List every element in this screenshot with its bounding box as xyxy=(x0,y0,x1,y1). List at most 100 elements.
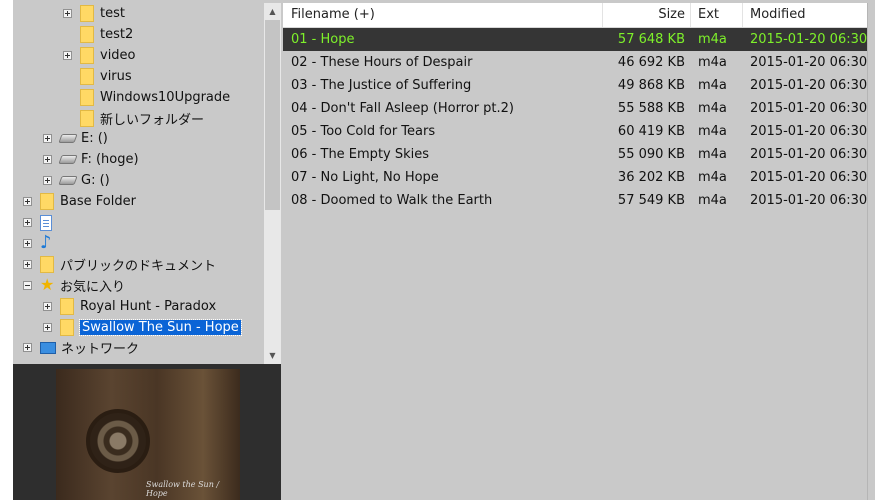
tree-item-label: E: () xyxy=(81,131,108,147)
scroll-up-button[interactable]: ▲ xyxy=(264,3,281,20)
tree-item-label: 新しいフォルダー xyxy=(100,112,205,128)
tree-item-label: virus xyxy=(100,68,132,84)
music-note-icon: ♪ xyxy=(40,232,52,254)
filename-cell: 05 - Too Cold for Tears xyxy=(291,124,436,139)
size-cell: 46 692 KB xyxy=(617,55,685,70)
modified-cell: 2015-01-20 06:30 xyxy=(750,170,868,185)
size-cell: 36 202 KB xyxy=(617,170,685,185)
scroll-down-button[interactable]: ▼ xyxy=(264,347,281,364)
folder-icon xyxy=(60,318,74,336)
tree-item[interactable]: ★ お気に入り xyxy=(23,275,125,296)
modified-cell: 2015-01-20 06:30 xyxy=(750,32,868,47)
tree-item-label: video xyxy=(100,47,136,63)
tree-item[interactable]: ♪ xyxy=(23,233,60,254)
file-list[interactable]: Filename (+) Size Ext Modified 01 - Hope… xyxy=(283,3,867,500)
tree-item[interactable]: video xyxy=(63,45,136,66)
table-row[interactable]: 05 - Too Cold for Tears 60 419 KB m4a 2015-… xyxy=(283,120,867,143)
size-cell: 49 868 KB xyxy=(617,78,685,93)
table-row[interactable]: 03 - The Justice of Suffering 49 868 KB m4… xyxy=(283,74,867,97)
modified-cell: 2015-01-20 06:30 xyxy=(750,147,868,162)
size-cell: 57 648 KB xyxy=(617,32,685,47)
star-icon: ★ xyxy=(40,275,55,295)
tree-item[interactable]: Swallow The Sun - Hope xyxy=(43,317,242,338)
filename-cell: 01 - Hope xyxy=(291,32,355,47)
folder-icon xyxy=(80,88,94,106)
expand-plus-icon[interactable] xyxy=(23,197,32,207)
table-row[interactable]: 02 - These Hours of Despair 46 692 KB m4a 2… xyxy=(283,51,867,74)
ext-cell: m4a xyxy=(698,78,727,93)
folder-tree[interactable]: test test2 video virus Windows10Upgrade 新しいフォ… xyxy=(13,3,264,364)
column-header-modified[interactable]: Modified xyxy=(743,3,867,27)
ext-cell: m4a xyxy=(698,147,727,162)
tree-item-label: Swallow The Sun - Hope xyxy=(79,318,242,336)
expand-plus-icon[interactable] xyxy=(23,343,32,353)
tree-item[interactable]: ネットワーク xyxy=(23,337,139,358)
network-icon xyxy=(40,341,56,354)
expand-plus-icon[interactable] xyxy=(43,301,52,311)
tree-item-label: Windows10Upgrade xyxy=(100,89,231,105)
tree-item[interactable]: virus xyxy=(63,66,132,87)
filename-cell: 02 - These Hours of Despair xyxy=(291,55,473,70)
document-icon xyxy=(40,214,52,231)
ext-cell: m4a xyxy=(698,193,727,208)
expand-plus-icon[interactable] xyxy=(63,9,72,18)
ext-cell: m4a xyxy=(698,124,727,139)
tree-item-label: test xyxy=(100,6,125,21)
folder-icon xyxy=(40,193,54,211)
modified-cell: 2015-01-20 06:30 xyxy=(750,101,868,116)
list-header: Filename (+) Size Ext Modified xyxy=(283,3,867,28)
modified-cell: 2015-01-20 06:30 xyxy=(750,78,868,93)
table-row[interactable]: 01 - Hope 57 648 KB m4a 2015-01-20 06:30 xyxy=(283,28,867,51)
table-row[interactable]: 08 - Doomed to Walk the Earth 57 549 KB m4… xyxy=(283,189,867,212)
folder-icon xyxy=(80,5,94,22)
tree-item[interactable]: G: () xyxy=(43,170,110,191)
table-row[interactable]: 04 - Don't Fall Asleep (Horror pt.2) 55 5… xyxy=(283,97,867,120)
tree-item[interactable]: Royal Hunt - Paradox xyxy=(43,296,216,317)
scroll-thumb[interactable] xyxy=(265,20,280,210)
table-row[interactable]: 06 - The Empty Skies 55 090 KB m4a 2015-01-… xyxy=(283,143,867,166)
expand-plus-icon[interactable] xyxy=(43,134,52,144)
folder-icon xyxy=(80,109,94,127)
drive-icon xyxy=(58,155,78,165)
column-header-filename[interactable]: Filename (+) xyxy=(283,3,603,27)
tree-item-label: test2 xyxy=(100,26,134,42)
ext-cell: m4a xyxy=(698,32,727,47)
size-cell: 60 419 KB xyxy=(617,124,685,139)
tree-item[interactable]: test2 xyxy=(63,24,133,45)
filename-cell: 04 - Don't Fall Asleep (Horror pt.2) xyxy=(291,101,514,116)
folder-icon xyxy=(80,46,94,64)
ext-cell: m4a xyxy=(698,170,727,185)
expand-plus-icon[interactable] xyxy=(43,155,52,165)
tree-item-label: Base Folder xyxy=(60,194,136,210)
column-header-ext[interactable]: Ext xyxy=(691,3,743,27)
expand-plus-icon[interactable] xyxy=(63,50,72,60)
tree-item[interactable]: Windows10Upgrade xyxy=(63,87,230,108)
tree-scrollbar[interactable]: ▲ ▼ xyxy=(264,3,281,364)
tree-item[interactable]: F: (hoge) xyxy=(43,149,139,170)
tree-item[interactable]: パブリックのドキュメント xyxy=(23,254,216,275)
table-row[interactable]: 07 - No Light, No Hope 36 202 KB m4a 2015-0… xyxy=(283,166,867,189)
tree-item[interactable] xyxy=(23,212,58,233)
tree-item[interactable]: Base Folder xyxy=(23,191,136,212)
album-art-panel: Swallow the Sun / Hope xyxy=(13,364,281,500)
drive-icon xyxy=(58,134,78,144)
expand-plus-icon[interactable] xyxy=(43,322,52,332)
tree-item[interactable]: 新しいフォルダー xyxy=(63,108,204,129)
expand-plus-icon[interactable] xyxy=(23,259,32,269)
filename-cell: 07 - No Light, No Hope xyxy=(291,170,439,185)
modified-cell: 2015-01-20 06:30 xyxy=(750,55,868,70)
tree-item-label: Royal Hunt - Paradox xyxy=(80,298,217,314)
expand-plus-icon[interactable] xyxy=(23,238,32,248)
tree-item[interactable]: E: () xyxy=(43,128,108,149)
folder-icon xyxy=(40,255,54,273)
tree-item-label: パブリックのドキュメント xyxy=(60,258,217,274)
folder-icon xyxy=(60,297,74,315)
tree-item[interactable]: test xyxy=(63,3,125,24)
column-header-size[interactable]: Size xyxy=(603,3,691,27)
expand-plus-icon[interactable] xyxy=(43,176,52,186)
expand-plus-icon[interactable] xyxy=(23,218,32,227)
tree-item-label: F: (hoge) xyxy=(81,152,139,168)
window-right-edge xyxy=(867,3,875,500)
collapse-minus-icon[interactable] xyxy=(23,280,32,290)
drive-icon xyxy=(58,176,78,186)
